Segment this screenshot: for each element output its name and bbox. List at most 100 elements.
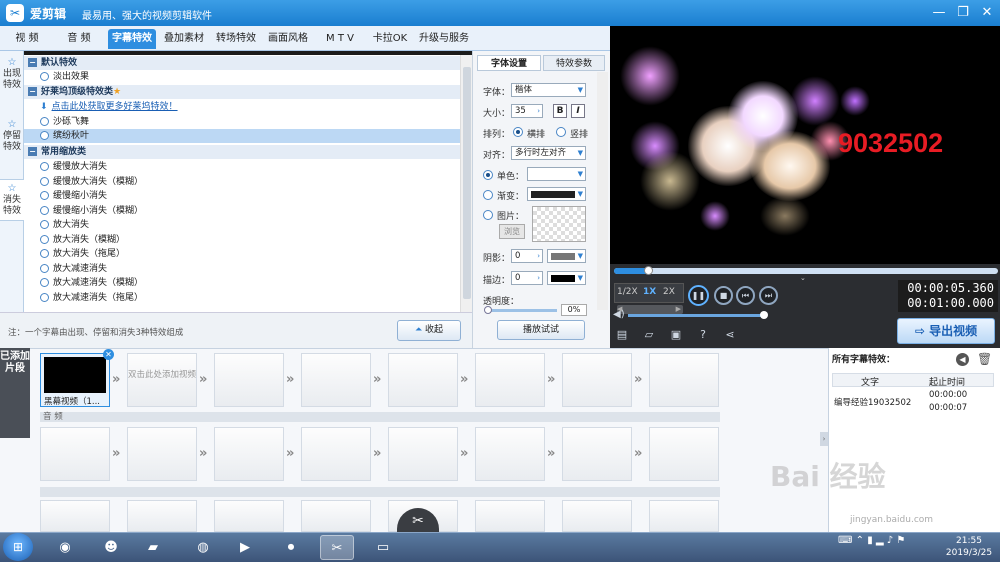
empty-slot[interactable]: [301, 500, 371, 532]
audio-slot[interactable]: [475, 427, 545, 481]
empty-slot[interactable]: [649, 500, 719, 532]
minimize-icon[interactable]: —: [928, 3, 950, 23]
radio-icon[interactable]: [40, 278, 49, 287]
effect-item[interactable]: 沙砾飞舞: [24, 115, 460, 129]
radio-icon[interactable]: [40, 206, 49, 215]
download-more-link[interactable]: ⬇ 点击此处获取更多好莱坞特效！: [24, 100, 460, 114]
empty-slot[interactable]: [562, 353, 632, 407]
next-icon[interactable]: ⏭: [759, 286, 778, 305]
stroke-select[interactable]: 0 ›: [511, 271, 543, 285]
effect-item[interactable]: 放大消失（模糊）: [24, 233, 460, 247]
radio-icon[interactable]: [40, 249, 49, 258]
export-video-button[interactable]: ⇨ 导出视频: [897, 318, 995, 344]
effect-row-text[interactable]: 编导经验19032502: [834, 396, 911, 408]
vertical-radio[interactable]: [556, 127, 566, 137]
tab-video[interactable]: 视 频: [4, 29, 50, 49]
restore-icon[interactable]: ❐: [952, 3, 974, 23]
tab-font-settings[interactable]: 字体设置: [477, 55, 541, 71]
radio-icon[interactable]: [40, 131, 49, 140]
italic-button[interactable]: I: [571, 104, 585, 118]
audio-slot[interactable]: [562, 427, 632, 481]
empty-slot[interactable]: [214, 500, 284, 532]
horizontal-radio[interactable]: [513, 127, 523, 137]
aijianji-taskbar-icon[interactable]: ✂: [320, 535, 354, 560]
keyboard-icon[interactable]: ⌨: [838, 535, 852, 546]
single-color-radio[interactable]: [483, 170, 493, 180]
chevron-down-icon[interactable]: ⌄: [800, 274, 810, 282]
close-icon[interactable]: ✕: [103, 349, 114, 360]
save-icon[interactable]: ▣: [668, 328, 684, 342]
font-select[interactable]: 楷体 ▼: [511, 83, 586, 97]
browse-button[interactable]: 浏览: [499, 224, 525, 239]
next-frame-icon[interactable]: ▶: [676, 305, 681, 314]
effect-item[interactable]: 放大减速消失（拖尾）: [24, 291, 460, 305]
progress-knob[interactable]: [644, 266, 653, 275]
add-video-slot[interactable]: 双击此处添加视频: [127, 353, 197, 407]
tab-style[interactable]: 画面风格: [264, 29, 312, 49]
speed-2x[interactable]: 2X: [663, 287, 675, 297]
effect-item[interactable]: 放大消失: [24, 218, 460, 232]
empty-slot[interactable]: [649, 353, 719, 407]
chevron-right-icon[interactable]: ›: [820, 432, 828, 446]
audio-slot[interactable]: [214, 427, 284, 481]
prev-icon[interactable]: ⏮: [736, 286, 755, 305]
tab-subtitle-effects[interactable]: 字幕特效: [108, 29, 156, 49]
effect-item-selected[interactable]: 缤纷秋叶: [24, 129, 460, 143]
scroll-thumb[interactable]: [463, 67, 471, 299]
tab-effect-params[interactable]: 特效参数: [543, 55, 605, 71]
empty-slot[interactable]: [475, 500, 545, 532]
speed-1x[interactable]: 1X: [643, 287, 656, 297]
pause-icon[interactable]: ❚❚: [688, 285, 709, 306]
collapse-icon[interactable]: −: [28, 58, 37, 67]
radio-icon[interactable]: [40, 220, 49, 229]
tab-overlay[interactable]: 叠加素材: [160, 29, 208, 49]
radio-icon[interactable]: [40, 72, 49, 81]
tab-upgrade[interactable]: 升级与服务: [416, 29, 472, 49]
video-clip[interactable]: 黑幕视频（1... ✕: [40, 349, 114, 407]
stop-icon[interactable]: ■: [714, 286, 733, 305]
network-icon[interactable]: ▂: [876, 535, 884, 546]
qq-icon[interactable]: ☻: [94, 535, 128, 560]
vtab-stay[interactable]: ☆ 停留特效: [0, 119, 24, 153]
empty-slot[interactable]: [301, 353, 371, 407]
tab-karaoke[interactable]: 卡拉OK: [368, 29, 412, 49]
audio-slot[interactable]: [301, 427, 371, 481]
flag-icon[interactable]: ⚑: [896, 535, 905, 546]
battery-icon[interactable]: ▮: [867, 535, 873, 546]
tab-transition[interactable]: 转场特效: [212, 29, 260, 49]
vtab-disappear[interactable]: ☆ 消失特效: [0, 179, 24, 221]
group-default[interactable]: − 默认特效: [24, 56, 460, 70]
volume-icon[interactable]: ♪: [887, 535, 893, 546]
collapse-icon[interactable]: −: [28, 87, 37, 96]
volume-icon[interactable]: ◀): [613, 309, 625, 320]
group-zoom[interactable]: − 常用缩放类: [24, 145, 460, 159]
picture-radio[interactable]: [483, 210, 493, 220]
empty-slot[interactable]: [475, 353, 545, 407]
vtab-appear[interactable]: ☆ 出现特效: [0, 57, 24, 91]
empty-slot[interactable]: [562, 500, 632, 532]
opacity-value[interactable]: 0%: [561, 304, 587, 316]
radio-icon[interactable]: [40, 264, 49, 273]
effects-scrollbar[interactable]: [460, 55, 472, 312]
bold-button[interactable]: B: [553, 104, 567, 118]
tab-mtv[interactable]: M T V: [316, 29, 364, 49]
radio-icon[interactable]: [40, 117, 49, 126]
audio-slot[interactable]: [127, 427, 197, 481]
play-test-button[interactable]: 播放试试: [497, 320, 585, 340]
share-icon[interactable]: ⋖: [722, 328, 738, 342]
props-scrollbar[interactable]: [597, 72, 608, 310]
opacity-slider[interactable]: [485, 309, 557, 312]
empty-slot[interactable]: [388, 353, 458, 407]
effect-item[interactable]: 缓慢缩小消失（模糊）: [24, 204, 460, 218]
gradient-radio[interactable]: [483, 190, 493, 200]
back-icon[interactable]: ◀: [956, 353, 969, 366]
opacity-knob[interactable]: [484, 306, 492, 314]
help-icon[interactable]: ?: [695, 328, 711, 342]
media-icon[interactable]: ▶: [228, 535, 262, 560]
radio-icon[interactable]: [40, 235, 49, 244]
open-folder-icon[interactable]: ▱: [641, 328, 657, 342]
shadow-color-picker[interactable]: ▼: [547, 249, 586, 263]
trash-icon[interactable]: 🗑: [977, 352, 992, 366]
single-color-picker[interactable]: ▼: [527, 167, 586, 181]
volume-slider[interactable]: [628, 314, 766, 317]
